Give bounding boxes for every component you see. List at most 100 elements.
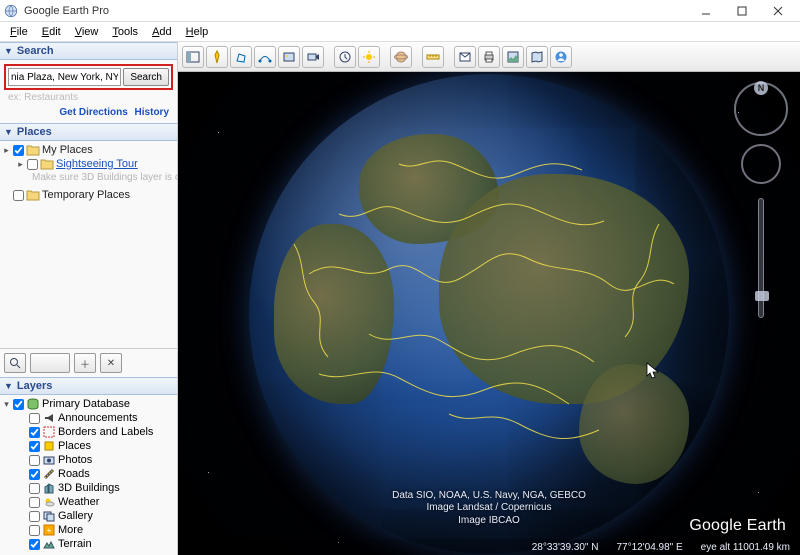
print-icon[interactable] bbox=[478, 46, 500, 68]
layers-panel-header[interactable]: ▼Layers bbox=[0, 377, 177, 395]
sunlight-icon[interactable] bbox=[358, 46, 380, 68]
status-lat: 28°33'39.30" N bbox=[532, 542, 599, 553]
layer-terrain[interactable]: Terrain bbox=[2, 537, 175, 551]
search-panel: Search ex: Restaurants Get Directions Hi… bbox=[0, 60, 177, 123]
search-places-button[interactable] bbox=[4, 353, 26, 373]
places-icon bbox=[42, 440, 56, 452]
viewport[interactable]: N Data SIO, NOAA, U.S. Navy, NGA, GEBCOI… bbox=[178, 72, 800, 555]
search-hint: ex: Restaurants bbox=[4, 90, 173, 107]
layer-label: Weather bbox=[58, 496, 99, 508]
layer-borders-and-labels[interactable]: Borders and Labels bbox=[2, 425, 175, 439]
primary-database-node[interactable]: ▾ Primary Database bbox=[2, 397, 175, 411]
layer-announcements[interactable]: Announcements bbox=[2, 411, 175, 425]
menu-add[interactable]: Add bbox=[146, 24, 178, 40]
places-panel: ▸ My Places ▸ Sightseeing Tour Make sure… bbox=[0, 141, 177, 206]
placemark-icon[interactable] bbox=[206, 46, 228, 68]
layer-check[interactable] bbox=[29, 469, 40, 480]
menu-tools[interactable]: Tools bbox=[106, 24, 144, 40]
tour-record-icon[interactable] bbox=[302, 46, 324, 68]
places-add-button[interactable]: ＋ bbox=[74, 353, 96, 373]
menu-file[interactable]: File bbox=[4, 24, 34, 40]
layer-roads[interactable]: Roads bbox=[2, 467, 175, 481]
image-overlay-icon[interactable] bbox=[278, 46, 300, 68]
save-image-icon[interactable] bbox=[502, 46, 524, 68]
layer-label: Terrain bbox=[58, 538, 92, 550]
search-row: Search bbox=[4, 64, 173, 90]
layer-check[interactable] bbox=[29, 525, 40, 536]
close-button[interactable] bbox=[760, 0, 796, 22]
layer-check[interactable] bbox=[29, 413, 40, 424]
layer-check[interactable] bbox=[29, 483, 40, 494]
ruler-icon[interactable] bbox=[422, 46, 444, 68]
layer-label: Roads bbox=[58, 468, 90, 480]
window-titlebar: Google Earth Pro bbox=[0, 0, 800, 22]
terrain-icon bbox=[42, 538, 56, 550]
expand-icon[interactable]: ▾ bbox=[2, 399, 11, 410]
roads-icon bbox=[42, 468, 56, 480]
gallery-icon bbox=[42, 510, 56, 522]
layer-3d-buildings[interactable]: 3D Buildings bbox=[2, 481, 175, 495]
layer-check[interactable] bbox=[29, 455, 40, 466]
layer-check[interactable] bbox=[29, 497, 40, 508]
primary-database-check[interactable] bbox=[13, 399, 24, 410]
search-panel-header[interactable]: ▼Search bbox=[0, 42, 177, 60]
layer-check[interactable] bbox=[29, 539, 40, 550]
layer-weather[interactable]: Weather bbox=[2, 495, 175, 509]
layer-check[interactable] bbox=[29, 441, 40, 452]
expand-icon[interactable]: ▸ bbox=[2, 145, 11, 156]
toolbar bbox=[178, 42, 800, 72]
tour-check[interactable] bbox=[27, 159, 38, 170]
menu-help[interactable]: Help bbox=[180, 24, 215, 40]
my-places-label: My Places bbox=[42, 144, 93, 156]
temporary-places-node[interactable]: Temporary Places bbox=[2, 188, 175, 202]
app-icon bbox=[4, 4, 18, 18]
main-area: N Data SIO, NOAA, U.S. Navy, NGA, GEBCOI… bbox=[178, 42, 800, 555]
layer-check[interactable] bbox=[29, 427, 40, 438]
layer-label: 3D Buildings bbox=[58, 482, 120, 494]
layer-check[interactable] bbox=[29, 511, 40, 522]
my-places-node[interactable]: ▸ My Places bbox=[2, 143, 175, 157]
collapse-icon: ▼ bbox=[4, 127, 13, 137]
places-remove-button[interactable]: ✕ bbox=[100, 353, 122, 373]
time-slider-icon[interactable] bbox=[334, 46, 356, 68]
path-icon[interactable] bbox=[254, 46, 276, 68]
sidebar-toggle-icon[interactable] bbox=[182, 46, 204, 68]
minimize-button[interactable] bbox=[688, 0, 724, 22]
menu-view[interactable]: View bbox=[69, 24, 105, 40]
search-input[interactable] bbox=[8, 68, 121, 86]
status-eye-alt: eye alt 11001.49 km bbox=[701, 542, 790, 553]
layer-more[interactable]: +More bbox=[2, 523, 175, 537]
borders-icon bbox=[42, 426, 56, 438]
maximize-button[interactable] bbox=[724, 0, 760, 22]
temporary-check[interactable] bbox=[13, 190, 24, 201]
more-icon: + bbox=[42, 524, 56, 536]
window-title: Google Earth Pro bbox=[24, 5, 688, 17]
globe[interactable] bbox=[249, 74, 729, 554]
places-panel-header[interactable]: ▼Places bbox=[0, 123, 177, 141]
search-button[interactable]: Search bbox=[123, 68, 169, 86]
layers-panel: ▾ Primary Database Announcements Borders … bbox=[0, 395, 177, 555]
places-filter-button[interactable] bbox=[30, 353, 70, 373]
layer-label: Announcements bbox=[58, 412, 138, 424]
planet-icon[interactable] bbox=[390, 46, 412, 68]
collapse-icon: ▼ bbox=[4, 381, 13, 391]
email-icon[interactable] bbox=[454, 46, 476, 68]
layer-gallery[interactable]: Gallery bbox=[2, 509, 175, 523]
sightseeing-tour-node[interactable]: ▸ Sightseeing Tour bbox=[2, 157, 175, 171]
places-toolbar: ＋ ✕ bbox=[0, 348, 177, 377]
layer-places[interactable]: Places bbox=[2, 439, 175, 453]
menu-edit[interactable]: Edit bbox=[36, 24, 67, 40]
status-lon: 77°12'04.98" E bbox=[616, 542, 682, 553]
tour-label: Sightseeing Tour bbox=[56, 158, 138, 170]
layer-label: Places bbox=[58, 440, 91, 452]
layer-photos[interactable]: Photos bbox=[2, 453, 175, 467]
expand-icon[interactable]: ▸ bbox=[16, 159, 25, 170]
sign-in-icon[interactable] bbox=[550, 46, 572, 68]
status-bar: 28°33'39.30" N 77°12'04.98" E eye alt 11… bbox=[178, 539, 800, 555]
layer-label: Borders and Labels bbox=[58, 426, 153, 438]
get-directions-link[interactable]: Get Directions bbox=[59, 107, 127, 118]
history-link[interactable]: History bbox=[135, 107, 169, 118]
view-in-maps-icon[interactable] bbox=[526, 46, 548, 68]
polygon-icon[interactable] bbox=[230, 46, 252, 68]
my-places-check[interactable] bbox=[13, 145, 24, 156]
